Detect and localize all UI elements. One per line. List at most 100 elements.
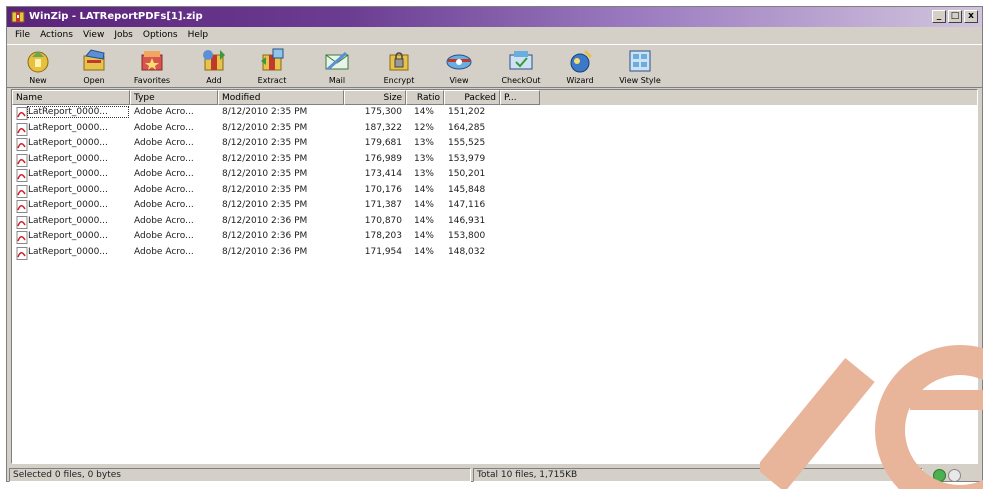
file-packed: 145,848 bbox=[448, 184, 486, 195]
encrypt-icon bbox=[389, 52, 409, 71]
file-ratio: 14% bbox=[413, 107, 434, 117]
favorites-icon bbox=[141, 51, 163, 71]
view-button[interactable]: View bbox=[432, 47, 486, 87]
menu-options[interactable]: Options bbox=[139, 28, 184, 43]
pdf-file-icon bbox=[16, 231, 28, 244]
column-modified[interactable]: Modified bbox=[218, 90, 344, 105]
column-path[interactable]: P... bbox=[500, 90, 540, 105]
file-size: 170,870 bbox=[364, 215, 402, 226]
file-row[interactable]: LatReport_0000... Adobe Acro... 8/12/2010 … bbox=[12, 246, 977, 262]
pdf-file-icon bbox=[16, 122, 28, 136]
column-header-row: Name Type Modified Size Ratio Packed P..… bbox=[12, 90, 977, 105]
encrypt-label: Encrypt bbox=[383, 76, 415, 85]
wizard-icon bbox=[570, 49, 593, 73]
window-title: WinZip - LATReportPDFs[1].zip bbox=[29, 11, 203, 22]
file-row[interactable]: LatReport_0000... Adobe Acro... 8/12/2010 … bbox=[12, 199, 977, 215]
file-name: LatReport_0000... bbox=[28, 200, 108, 210]
file-ratio: 14% bbox=[413, 200, 434, 210]
file-modified: 8/12/2010 2:36 PM bbox=[222, 246, 308, 257]
file-size: 178,203 bbox=[364, 231, 402, 241]
pdf-file-icon bbox=[16, 153, 28, 167]
menu-view[interactable]: View bbox=[79, 28, 110, 43]
view-icon bbox=[446, 54, 472, 70]
view-style-button[interactable]: View Style bbox=[613, 47, 667, 87]
file-size: 175,300 bbox=[364, 107, 402, 117]
file-name: LatReport_0000... bbox=[28, 231, 108, 241]
file-ratio: 14% bbox=[413, 246, 434, 257]
file-row[interactable]: LatReport_0000... Adobe Acro... 8/12/2010 … bbox=[12, 106, 977, 122]
file-modified: 8/12/2010 2:35 PM bbox=[222, 169, 308, 179]
file-packed: 164,285 bbox=[448, 122, 486, 133]
column-ratio[interactable]: Ratio bbox=[406, 90, 444, 105]
pdf-file-icon bbox=[16, 246, 28, 260]
file-size: 187,322 bbox=[364, 122, 402, 133]
wizard-label: Wizard bbox=[566, 76, 594, 85]
file-name: LatReport_0000... bbox=[28, 215, 108, 226]
favorites-label: Favorites bbox=[133, 76, 171, 85]
pdf-file-icon bbox=[16, 200, 28, 213]
wizard-button[interactable]: Wizard bbox=[553, 47, 607, 87]
file-list[interactable]: Name Type Modified Size Ratio Packed P..… bbox=[11, 89, 978, 464]
view-style-label: View Style bbox=[619, 76, 661, 85]
file-row[interactable]: LatReport_0000... Adobe Acro... 8/12/2010 … bbox=[12, 184, 977, 200]
title-bar[interactable]: WinZip - LATReportPDFs[1].zip _ □ x bbox=[7, 7, 982, 27]
open-button[interactable]: Open bbox=[67, 47, 121, 87]
column-size[interactable]: Size bbox=[344, 90, 406, 105]
toolbar: New Open Favorites Add Extract Mail Encr… bbox=[7, 44, 982, 88]
status-gray-light-icon bbox=[948, 469, 961, 482]
file-row[interactable]: LatReport_0000... Adobe Acro... 8/12/2010 … bbox=[12, 153, 977, 169]
encrypt-button[interactable]: Encrypt bbox=[372, 47, 426, 87]
file-modified: 8/12/2010 2:35 PM bbox=[222, 138, 308, 148]
file-packed: 151,202 bbox=[448, 107, 486, 117]
file-packed: 155,525 bbox=[448, 138, 486, 148]
file-packed: 153,979 bbox=[448, 153, 486, 164]
maximize-button[interactable]: □ bbox=[948, 10, 962, 23]
winzip-app-icon bbox=[11, 11, 25, 23]
mail-button[interactable]: Mail bbox=[310, 47, 364, 87]
minimize-button[interactable]: _ bbox=[932, 10, 946, 23]
favorites-button[interactable]: Favorites bbox=[125, 47, 179, 87]
close-button[interactable]: x bbox=[964, 10, 978, 23]
file-row[interactable]: LatReport_0000... Adobe Acro... 8/12/2010 … bbox=[12, 168, 977, 184]
view-style-icon bbox=[629, 50, 651, 72]
file-size: 170,176 bbox=[364, 184, 402, 195]
file-type: Adobe Acro... bbox=[134, 231, 194, 241]
menu-file[interactable]: File bbox=[11, 28, 36, 43]
file-size: 173,414 bbox=[364, 169, 402, 179]
file-row[interactable]: LatReport_0000... Adobe Acro... 8/12/2010 … bbox=[12, 137, 977, 153]
file-modified: 8/12/2010 2:36 PM bbox=[222, 231, 308, 241]
file-row[interactable]: LatReport_0000... Adobe Acro... 8/12/2010 … bbox=[12, 122, 977, 138]
mail-icon bbox=[325, 51, 349, 71]
add-label: Add bbox=[206, 76, 222, 85]
file-row[interactable]: LatReport_0000... Adobe Acro... 8/12/2010 … bbox=[12, 230, 977, 246]
new-button[interactable]: New bbox=[11, 47, 65, 87]
file-name: LatReport_0000... bbox=[28, 184, 108, 195]
file-size: 171,387 bbox=[364, 200, 402, 210]
file-modified: 8/12/2010 2:36 PM bbox=[222, 215, 308, 226]
file-ratio: 14% bbox=[413, 231, 434, 241]
extract-button[interactable]: Extract bbox=[245, 47, 299, 87]
file-modified: 8/12/2010 2:35 PM bbox=[222, 107, 308, 117]
mail-label: Mail bbox=[328, 76, 346, 85]
file-modified: 8/12/2010 2:35 PM bbox=[222, 184, 308, 195]
menu-actions[interactable]: Actions bbox=[36, 28, 79, 43]
file-name: LatReport_0000... bbox=[27, 106, 129, 118]
menu-jobs[interactable]: Jobs bbox=[110, 28, 139, 43]
file-modified: 8/12/2010 2:35 PM bbox=[222, 153, 308, 164]
menu-bar: File Actions View Jobs Options Help bbox=[7, 28, 982, 43]
column-type[interactable]: Type bbox=[130, 90, 218, 105]
extract-label: Extract bbox=[257, 76, 287, 85]
menu-help[interactable]: Help bbox=[184, 28, 215, 43]
file-row[interactable]: LatReport_0000... Adobe Acro... 8/12/2010 … bbox=[12, 215, 977, 231]
file-ratio: 13% bbox=[413, 138, 434, 148]
checkout-button[interactable]: CheckOut bbox=[494, 47, 548, 87]
file-size: 171,954 bbox=[364, 246, 402, 257]
column-name[interactable]: Name bbox=[12, 90, 130, 105]
add-button[interactable]: Add bbox=[187, 47, 241, 87]
file-name: LatReport_0000... bbox=[28, 122, 108, 133]
file-type: Adobe Acro... bbox=[134, 153, 194, 164]
new-icon bbox=[27, 51, 49, 73]
file-ratio: 14% bbox=[413, 184, 434, 195]
column-packed[interactable]: Packed bbox=[444, 90, 500, 105]
file-name: LatReport_0000... bbox=[28, 246, 108, 257]
